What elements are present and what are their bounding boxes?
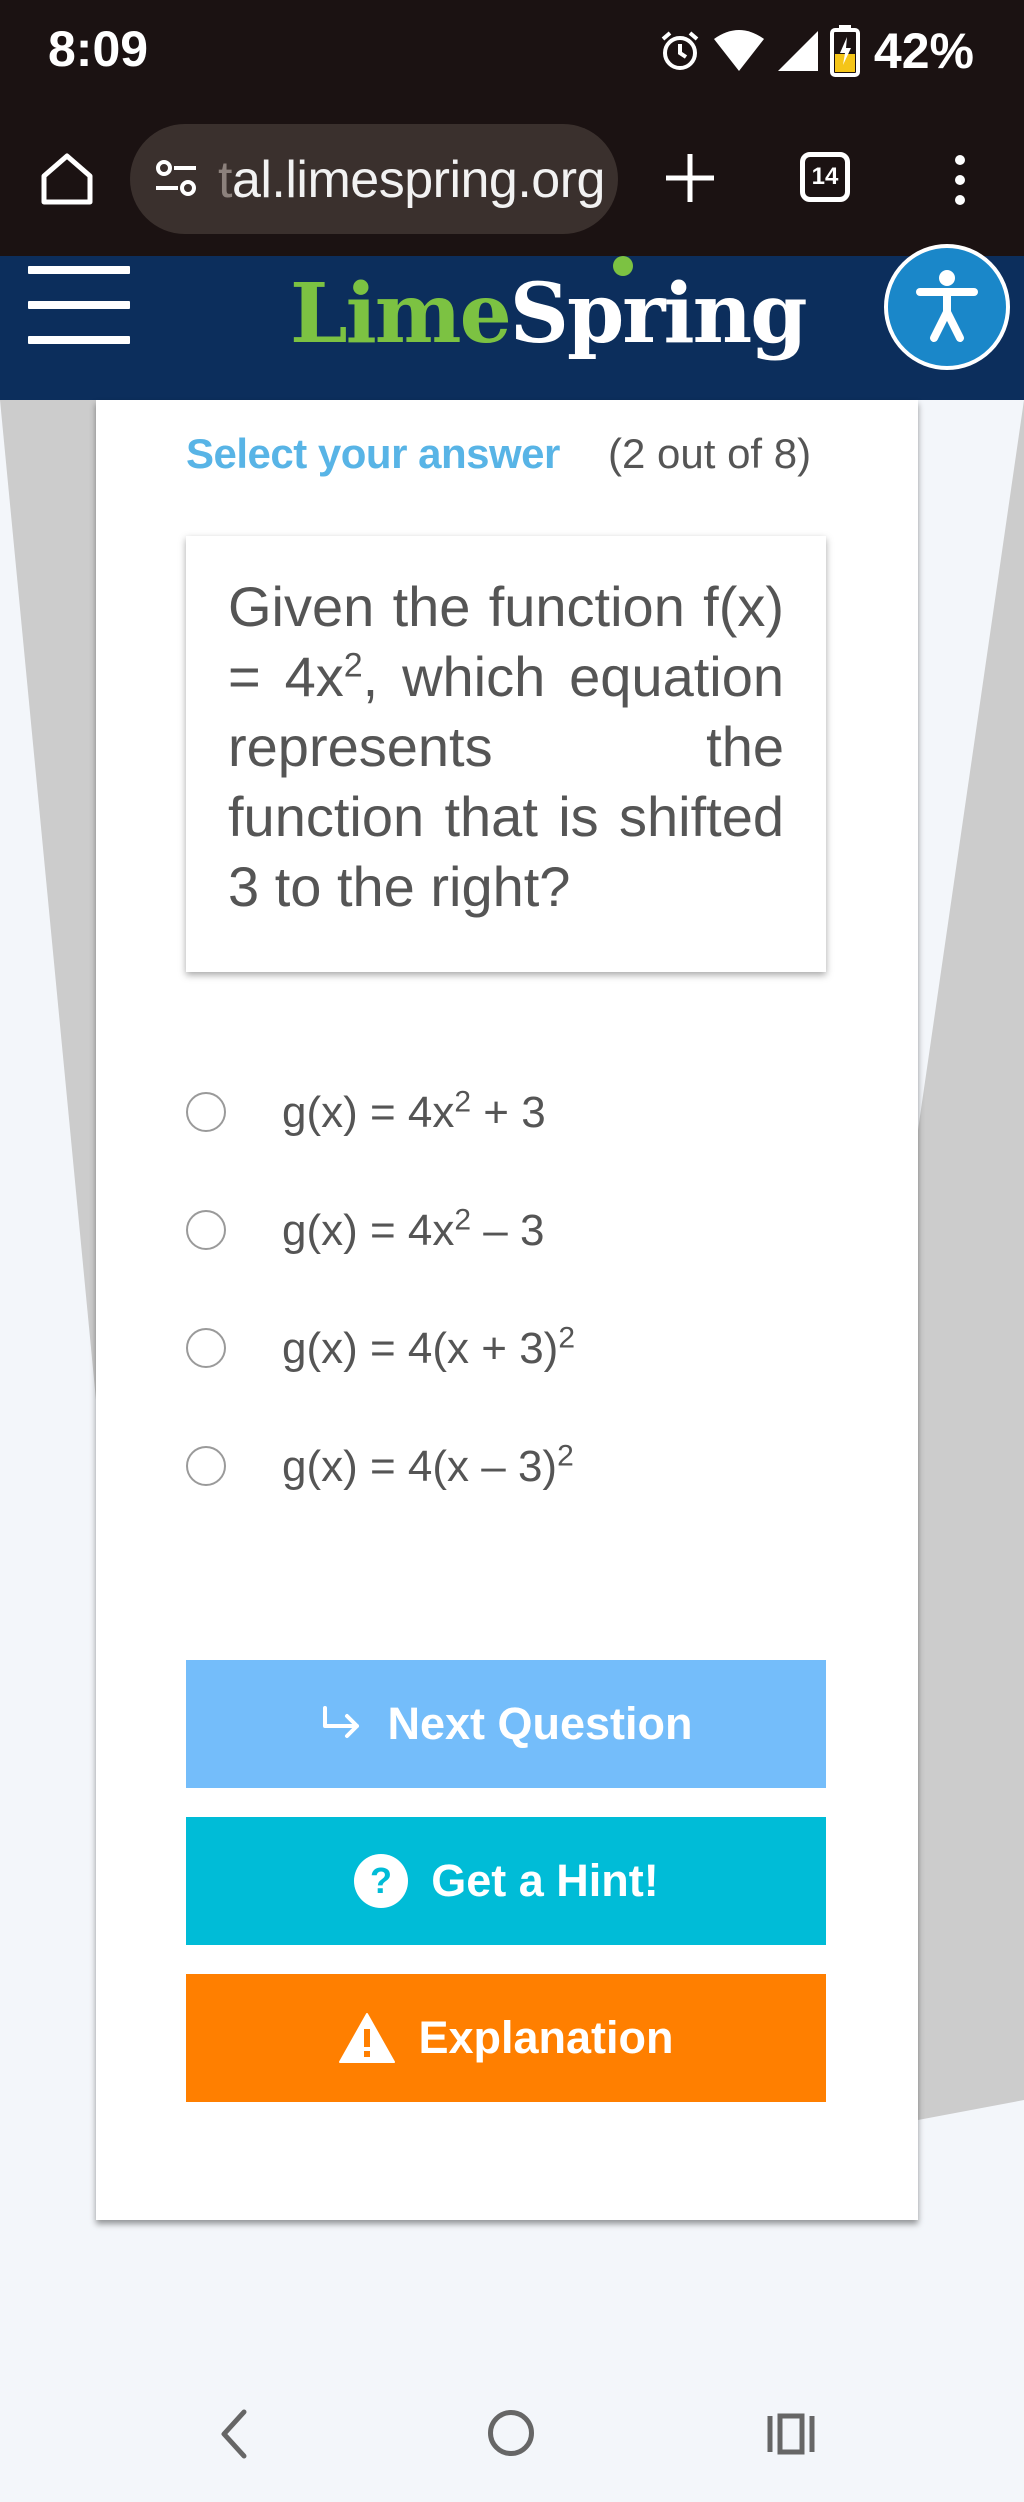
radio-button[interactable] [186, 1328, 226, 1368]
logo-spring: Spring [509, 266, 808, 362]
status-icons: 42% [658, 22, 974, 80]
status-time: 8:09 [48, 21, 149, 77]
answer-text: g(x) = 4x [282, 1088, 455, 1137]
question-exponent: 2 [343, 646, 363, 685]
next-question-button[interactable]: Next Question [186, 1660, 826, 1788]
signal-icon [777, 31, 818, 71]
question-text: Given the function f(x) = 4x2, which equ… [228, 572, 784, 922]
get-hint-button[interactable]: ? Get a Hint! [186, 1817, 826, 1945]
answer-option-2[interactable]: g(x) = 4x2 – 3 [186, 1198, 826, 1268]
next-question-label: Next Question [387, 1698, 693, 1749]
select-answer-label: Select your answer [186, 430, 560, 477]
hamburger-menu-icon[interactable] [28, 266, 130, 346]
more-vert-icon[interactable] [940, 150, 980, 210]
warning-icon [339, 2013, 396, 2063]
plus-icon[interactable] [660, 148, 720, 208]
answer-suffix: – 3 [471, 1206, 545, 1255]
explanation-label: Explanation [418, 2012, 674, 2063]
answer-option-1[interactable]: g(x) = 4x2 + 3 [186, 1080, 826, 1150]
logo-dot [613, 256, 633, 276]
question-circle-icon: ? [354, 1854, 409, 1908]
answer-text: g(x) = 4(x – 3) [282, 1442, 558, 1491]
url-prefix: t [218, 151, 232, 209]
home-icon[interactable] [36, 148, 98, 210]
tabs-icon[interactable]: 14 [800, 152, 850, 202]
answer-exponent: 2 [454, 1085, 472, 1119]
radio-button[interactable] [186, 1446, 226, 1486]
answer-option-3[interactable]: g(x) = 4(x + 3)2 [186, 1316, 826, 1386]
answer-exponent: 2 [558, 1321, 575, 1355]
question-box: Given the function f(x) = 4x2, which equ… [186, 536, 826, 972]
answer-exponent: 2 [557, 1439, 574, 1473]
status-bar: 8:09 42% [0, 0, 1024, 102]
wifi-icon [713, 30, 764, 71]
answer-label[interactable]: g(x) = 4x2 – 3 [282, 1203, 545, 1256]
radio-button[interactable] [186, 1210, 226, 1250]
url-domain: al.limespring.org [231, 151, 606, 209]
answer-exponent: 2 [454, 1203, 472, 1237]
get-hint-label: Get a Hint! [431, 1855, 659, 1906]
url-field[interactable]: tal.limespring.org [130, 124, 618, 234]
battery-percent: 42% [873, 23, 974, 79]
site-logo[interactable]: LimeSpring [290, 266, 808, 362]
question-progress: (2 out of 8) [608, 430, 812, 477]
explanation-button[interactable]: Explanation [186, 1974, 826, 2102]
answer-label[interactable]: g(x) = 4(x – 3)2 [282, 1439, 574, 1492]
answer-label[interactable]: g(x) = 4x2 + 3 [282, 1085, 546, 1138]
answer-suffix: + 3 [471, 1088, 546, 1137]
logo-lime: Lime [290, 266, 512, 362]
site-settings-icon[interactable] [152, 154, 200, 202]
answer-text: g(x) = 4x [282, 1206, 455, 1255]
accessibility-icon[interactable] [884, 244, 1010, 370]
answer-text: g(x) = 4(x + 3) [282, 1324, 559, 1373]
svg-text:?: ? [370, 1860, 392, 1901]
battery-charging-icon [829, 25, 860, 77]
back-icon[interactable] [214, 2406, 254, 2462]
home-circle-icon[interactable] [488, 2410, 534, 2456]
recents-icon[interactable] [766, 2412, 816, 2456]
answer-option-4[interactable]: g(x) = 4(x – 3)2 [186, 1434, 826, 1504]
alarm-icon [661, 31, 699, 70]
url-text: tal.limespring.org [218, 150, 605, 210]
radio-button[interactable] [186, 1092, 226, 1132]
answer-label[interactable]: g(x) = 4(x + 3)2 [282, 1321, 575, 1374]
redirect-arrow-icon [323, 1706, 360, 1738]
browser-toolbar: tal.limespring.org 14 [0, 102, 1024, 256]
